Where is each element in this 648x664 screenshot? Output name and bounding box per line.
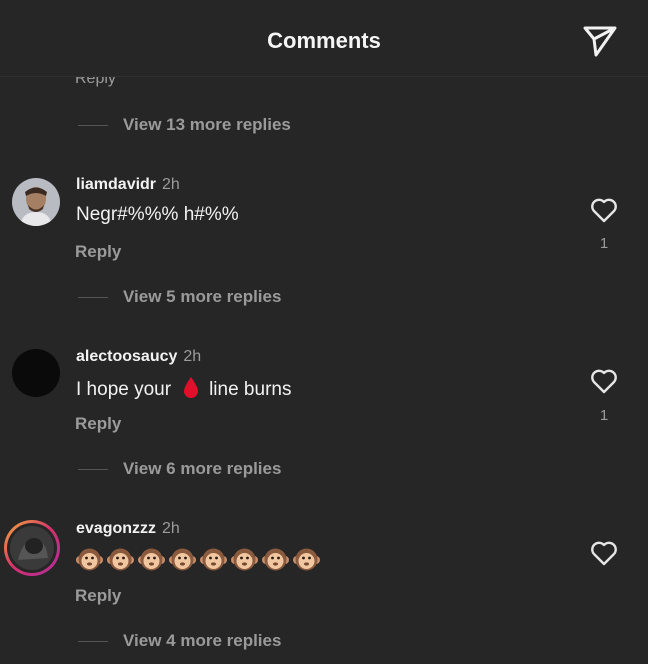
comment-text-part: I hope your — [76, 379, 172, 400]
view-more-replies[interactable]: View 4 more replies — [78, 630, 281, 652]
emoji-row — [76, 546, 320, 573]
header-bar: Comments — [0, 0, 648, 77]
comment-time: 2h — [162, 520, 180, 537]
likes-count: 1 — [599, 235, 609, 252]
avatar[interactable] — [12, 178, 60, 226]
blood-drop-icon — [183, 376, 199, 404]
view-more-replies[interactable]: View 6 more replies — [78, 458, 281, 480]
reply-button[interactable]: Reply — [75, 414, 121, 434]
divider — [78, 124, 108, 126]
username-text: alectoosaucy — [76, 348, 178, 365]
monkey-face-icon — [138, 546, 165, 573]
page-title: Comments — [267, 28, 381, 53]
comment-username[interactable]: evagonzzz 2h — [76, 520, 180, 538]
view-more-label: View 5 more replies — [123, 287, 282, 306]
comment-time: 2h — [162, 176, 180, 193]
story-ring-avatar[interactable] — [4, 520, 60, 576]
avatar[interactable] — [12, 349, 60, 397]
monkey-face-icon — [200, 546, 227, 573]
monkey-face-icon — [293, 546, 320, 573]
comment-time: 2h — [183, 348, 202, 365]
monkey-face-icon — [169, 546, 196, 573]
reply-button[interactable]: Reply — [75, 242, 121, 262]
heart-icon[interactable] — [590, 368, 618, 394]
comment-username[interactable]: liamdavidr 2h — [76, 176, 180, 194]
username-text: liamdavidr — [76, 176, 157, 193]
username-text: evagonzzz — [76, 520, 157, 537]
monkey-face-icon — [262, 546, 289, 573]
comment-text-part: line burns — [209, 379, 292, 400]
heart-icon[interactable] — [590, 540, 618, 566]
reply-button[interactable]: Reply — [75, 586, 121, 606]
divider — [78, 468, 108, 470]
comment-username[interactable]: alectoosaucy 2h — [76, 348, 201, 366]
view-more-label: View 13 more replies — [123, 115, 291, 134]
comment-text — [76, 546, 320, 573]
view-more-label: View 6 more replies — [123, 459, 282, 478]
divider — [78, 640, 108, 642]
divider — [78, 296, 108, 298]
view-more-replies[interactable]: View 5 more replies — [78, 286, 281, 308]
view-more-replies[interactable]: View 13 more replies — [78, 114, 291, 136]
monkey-face-icon — [76, 546, 103, 573]
heart-icon[interactable] — [590, 197, 618, 223]
likes-count: 1 — [599, 407, 609, 424]
comment-text: I hope your line burns — [76, 376, 291, 404]
monkey-face-icon — [107, 546, 134, 573]
comment-text: Negr#%%% h#%% — [76, 204, 239, 225]
send-icon[interactable] — [582, 24, 618, 58]
monkey-face-icon — [231, 546, 258, 573]
view-more-label: View 4 more replies — [123, 631, 282, 650]
